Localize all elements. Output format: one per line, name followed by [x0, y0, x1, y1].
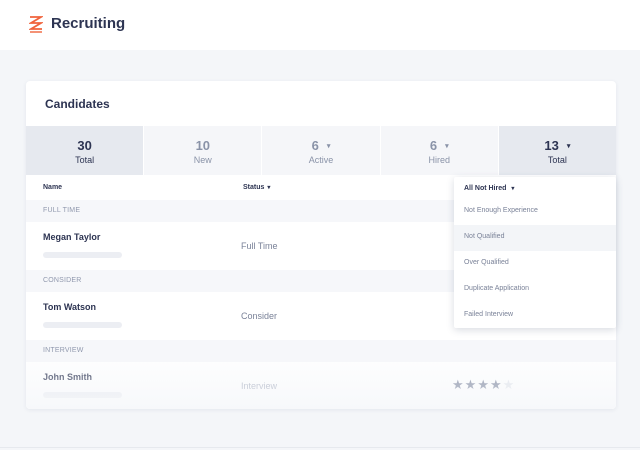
stat-value: 30 [77, 138, 92, 153]
star-filled-icon[interactable]: ★ [477, 377, 490, 392]
status-filter-dropdown[interactable]: All Not Hired ▾ Not Enough Experience No… [454, 177, 616, 328]
stat-label: Hired [428, 155, 450, 165]
dropdown-option[interactable]: Duplicate Application [454, 277, 616, 303]
chevron-down-icon: ▾ [326, 143, 331, 150]
dropdown-option[interactable]: Not Qualified [454, 225, 616, 251]
dropdown-option[interactable]: Not Enough Experience [454, 199, 616, 225]
candidate-status: Consider [241, 311, 278, 321]
divider [0, 447, 640, 448]
stat-label: Total [547, 155, 567, 165]
column-header-status[interactable]: Status ▾ [243, 184, 270, 191]
placeholder-bar [43, 252, 122, 258]
stat-hired[interactable]: 6 ▾ Hired [380, 126, 499, 175]
star-filled-icon[interactable]: ★ [490, 377, 503, 392]
placeholder-bar [43, 392, 122, 398]
star-rating[interactable]: ★★★★★ [452, 377, 515, 393]
dropdown-option[interactable]: Over Qualified [454, 251, 616, 277]
app-title: Recruiting [51, 15, 126, 32]
candidate-status: Full Time [241, 241, 278, 251]
column-header-name[interactable]: Name [43, 184, 62, 191]
candidate-name[interactable]: Megan Taylor [43, 232, 100, 242]
stat-value: 10 [195, 138, 211, 153]
stat-not-hired-total[interactable]: 13 ▾ Total [498, 126, 616, 175]
candidate-name[interactable]: Tom Watson [43, 302, 96, 312]
card-title: Candidates [45, 97, 110, 111]
stat-label: Total [75, 155, 95, 165]
stat-value: 13 ▾ [544, 138, 571, 153]
stats-bar: 30 Total 10 New 6 ▾ Active 6 ▾ Hired 13 ▾ T… [26, 126, 616, 175]
chevron-down-icon: ▾ [445, 143, 449, 150]
star-filled-icon[interactable]: ★ [465, 377, 478, 392]
chevron-down-icon: ▾ [566, 143, 571, 150]
star-empty-icon[interactable]: ★ [503, 377, 516, 392]
section-header: INTERVIEW [26, 340, 616, 362]
dropdown-option[interactable]: Failed Interview [454, 303, 616, 329]
stat-label: New [193, 155, 212, 165]
stat-label: Active [308, 155, 334, 165]
stat-value: 6 ▾ [429, 138, 449, 153]
candidate-name[interactable]: John Smith [43, 372, 92, 382]
top-bar: Recruiting [0, 0, 640, 50]
chevron-down-icon: ▾ [511, 186, 515, 192]
table-row[interactable]: John Smith Interview ★★★★★ [26, 362, 616, 409]
placeholder-bar [43, 322, 122, 328]
stat-value: 6 ▾ [311, 138, 331, 153]
star-filled-icon[interactable]: ★ [452, 377, 465, 392]
dropdown-selected[interactable]: All Not Hired ▾ [464, 185, 514, 192]
chevron-down-icon: ▾ [267, 185, 271, 191]
zigzag-logo-icon [29, 16, 43, 33]
stat-total[interactable]: 30 Total [26, 126, 145, 175]
stat-active[interactable]: 6 ▾ Active [262, 126, 381, 175]
candidate-status: Interview [241, 381, 278, 391]
stat-new[interactable]: 10 New [144, 126, 263, 175]
